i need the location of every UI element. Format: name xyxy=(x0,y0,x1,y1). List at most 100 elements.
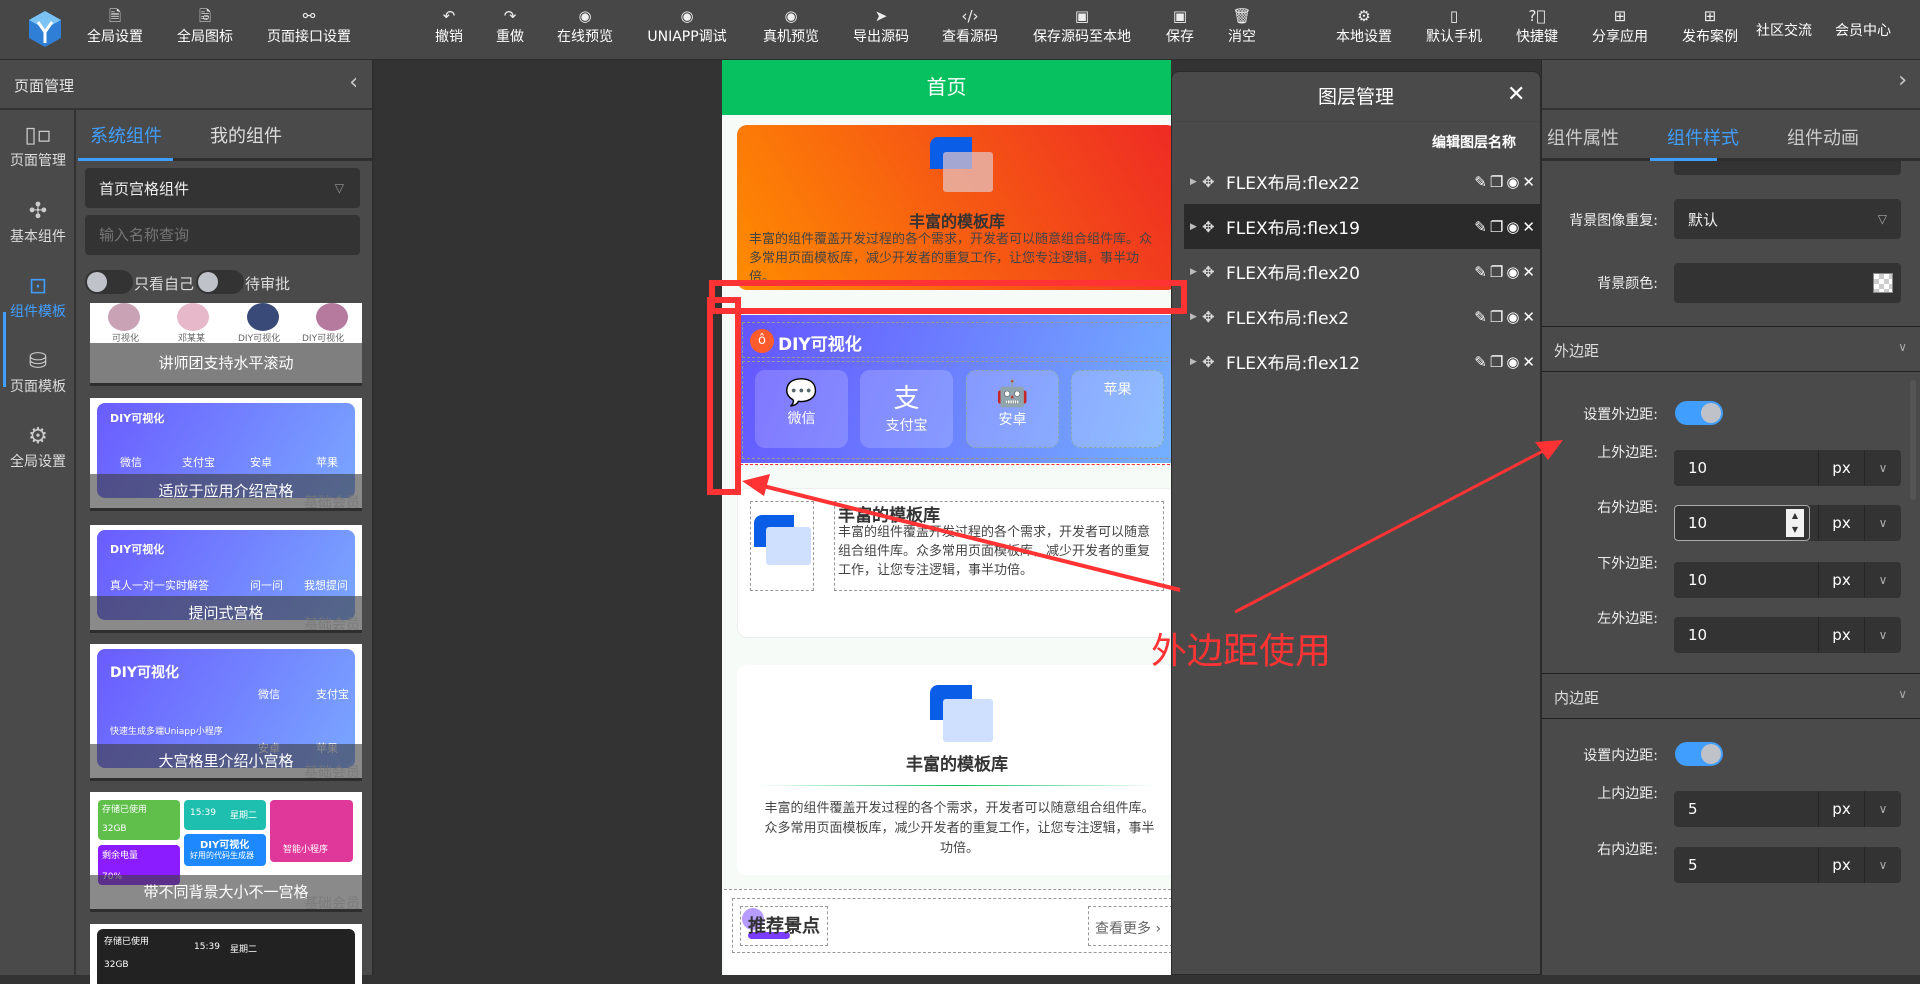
template-card-side-icon[interactable]: 丰富的模板库 丰富的组件覆盖开发过程的各个需求，开发者可以随意组合组件库。众多常… xyxy=(737,488,1171,638)
rail-item-page-templates[interactable]: ⛁ 页面模板 xyxy=(0,348,76,396)
template-card-orange[interactable]: 丰富的模板库 丰富的组件覆盖开发过程的各个需求，开发者可以随意组合组件库。众多常… xyxy=(737,125,1171,290)
margin-left-field[interactable]: 10 px ∨ xyxy=(1674,617,1901,653)
edit-icon[interactable]: ✎ xyxy=(1474,308,1487,326)
delete-icon[interactable]: ✕ xyxy=(1522,308,1535,326)
tab-system-components[interactable]: 系统组件 xyxy=(90,122,162,148)
community-link[interactable]: 社区交流 xyxy=(1756,20,1812,40)
diy-grid-component[interactable]: ô DIY可视化 💬 微信 支支付宝 🤖 安卓 苹果 xyxy=(740,315,1171,463)
diy-item-android[interactable]: 🤖 安卓 xyxy=(966,370,1059,448)
padding-right-field[interactable]: 5 px ∨ xyxy=(1674,847,1901,883)
number-stepper-icon[interactable]: ▲ ▼ xyxy=(1786,509,1804,537)
padding-top-field[interactable]: 5 px ∨ xyxy=(1674,791,1901,827)
diy-item-wechat[interactable]: 💬 微信 xyxy=(755,370,848,448)
chevron-down-icon[interactable]: ∨ xyxy=(1864,450,1901,486)
chevron-down-icon[interactable]: ∨ xyxy=(1864,505,1901,541)
move-icon[interactable]: ✥ xyxy=(1202,308,1226,326)
undo-button[interactable]: ↶ 撤销 xyxy=(435,6,463,46)
margin-bottom-field[interactable]: 10 px ∨ xyxy=(1674,562,1901,598)
chevron-down-icon[interactable]: ∨ xyxy=(1864,847,1901,883)
only-mine-toggle[interactable] xyxy=(85,270,133,294)
tab-my-components[interactable]: 我的组件 xyxy=(210,122,282,148)
pending-approval-toggle[interactable] xyxy=(196,270,244,294)
clear-button[interactable]: 🗑 消空 xyxy=(1228,6,1256,46)
collapse-left-icon[interactable]: ‹ xyxy=(349,70,358,95)
phone-preview[interactable]: 首页 丰富的模板库 丰富的组件覆盖开发过程的各个需求，开发者可以随意组合组件库。… xyxy=(722,60,1171,975)
view-source-button[interactable]: ‹/› 查看源码 xyxy=(942,6,998,46)
expand-icon[interactable]: ▶ xyxy=(1184,357,1202,367)
copy-icon[interactable]: ❐ xyxy=(1490,218,1503,236)
share-app-button[interactable]: ⊞ 分享应用 xyxy=(1592,6,1648,46)
shortcuts-button[interactable]: ?⃝ 快捷键 xyxy=(1516,6,1558,46)
expand-icon[interactable]: ▶ xyxy=(1184,312,1202,322)
eye-icon[interactable]: ◉ xyxy=(1506,353,1519,371)
template-card-dark-grid[interactable]: 存储已使用 32GB 15:39 星期二 xyxy=(90,924,362,984)
eye-icon[interactable]: ◉ xyxy=(1506,218,1519,236)
member-center-link[interactable]: 会员中心 xyxy=(1835,20,1891,40)
chevron-down-icon[interactable]: ∨ xyxy=(1864,617,1901,653)
tab-component-props[interactable]: 组件属性 xyxy=(1547,124,1619,150)
expand-icon[interactable]: ▶ xyxy=(1184,177,1202,187)
expand-icon[interactable]: ▶ xyxy=(1184,222,1202,232)
eye-icon[interactable]: ◉ xyxy=(1506,173,1519,191)
save-button[interactable]: ▣ 保存 xyxy=(1166,6,1194,46)
template-card-big-grid[interactable]: DIY可视化 快速生成多端Uniapp小程序 微信 支付宝 安卓 苹果 大宫格里… xyxy=(90,644,362,778)
copy-icon[interactable]: ❐ xyxy=(1490,263,1503,281)
template-card-question[interactable]: DIY可视化 真人一对一实时解答 问一问 我想提问 提问式宫格 基础会员 xyxy=(90,525,362,630)
template-card-mixed-grid[interactable]: 存储已使用 32GB 15:39 星期二 DIY可视化 好用的代码生成器 智能小… xyxy=(90,792,362,909)
delete-icon[interactable]: ✕ xyxy=(1522,218,1535,236)
move-icon[interactable]: ✥ xyxy=(1202,173,1226,191)
scrollbar[interactable] xyxy=(1910,380,1916,500)
collapse-right-icon[interactable]: › xyxy=(1898,68,1907,93)
layer-item[interactable]: ▶ ✥ FLEX布局:flex12 ✎ ❐ ◉ ✕ xyxy=(1184,339,1541,384)
copy-icon[interactable]: ❐ xyxy=(1490,173,1503,191)
diy-item-apple[interactable]: 苹果 xyxy=(1071,370,1164,448)
category-select[interactable]: 首页宫格组件 ▽ xyxy=(85,168,360,208)
tab-component-animation[interactable]: 组件动画 xyxy=(1787,124,1859,150)
layer-item[interactable]: ▶ ✥ FLEX布局:flex2 ✎ ❐ ◉ ✕ xyxy=(1184,294,1541,339)
uniapp-debug-button[interactable]: ◉ UNIAPP调试 xyxy=(647,6,726,46)
padding-toggle[interactable] xyxy=(1675,742,1723,766)
rail-item-page-manage[interactable]: ▯▫ 页面管理 xyxy=(0,122,76,170)
move-icon[interactable]: ✥ xyxy=(1202,218,1226,236)
chevron-down-icon[interactable]: ∨ xyxy=(1864,791,1901,827)
template-card-centered[interactable]: 丰富的模板库 丰富的组件覆盖开发过程的各个需求，开发者可以随意组合组件库。众多常… xyxy=(737,665,1171,875)
global-settings-button[interactable]: 🗎 全局设置 xyxy=(87,6,143,46)
padding-section-header[interactable]: 内边距 ∨ xyxy=(1542,673,1920,719)
eye-icon[interactable]: ◉ xyxy=(1506,308,1519,326)
default-phone-button[interactable]: ▯ 默认手机 xyxy=(1426,6,1482,46)
publish-case-button[interactable]: ⊞ 发布案例 xyxy=(1682,6,1738,46)
app-logo[interactable] xyxy=(26,10,64,48)
template-card-lecturer[interactable]: 可视化 邓某某 DIY可视化 DIY可视化 讲师团支持水平滚动 xyxy=(90,303,362,383)
recommended-section[interactable]: 推荐景点 查看更多 › xyxy=(724,889,1171,975)
bg-repeat-select[interactable]: 默认 ▽ xyxy=(1674,199,1901,239)
margin-section-header[interactable]: 外边距 ∨ xyxy=(1542,326,1920,372)
edit-icon[interactable]: ✎ xyxy=(1474,353,1487,371)
template-card-app-intro[interactable]: DIY可视化 微信 支付宝 安卓 苹果 适应于应用介绍宫格 基础会员 xyxy=(90,398,362,508)
close-icon[interactable]: ✕ xyxy=(1507,82,1525,107)
export-source-button[interactable]: ➤ 导出源码 xyxy=(853,6,909,46)
margin-toggle[interactable] xyxy=(1675,401,1723,425)
move-icon[interactable]: ✥ xyxy=(1202,263,1226,281)
edit-icon[interactable]: ✎ xyxy=(1474,218,1487,236)
device-preview-button[interactable]: ◉ 真机预览 xyxy=(763,6,819,46)
delete-icon[interactable]: ✕ xyxy=(1522,173,1535,191)
redo-button[interactable]: ↷ 重做 xyxy=(496,6,524,46)
save-source-local-button[interactable]: ▣ 保存源码至本地 xyxy=(1033,6,1131,46)
edit-icon[interactable]: ✎ xyxy=(1474,263,1487,281)
chevron-down-icon[interactable]: ∨ xyxy=(1864,562,1901,598)
layer-item[interactable]: ▶ ✥ FLEX布局:flex22 ✎ ❐ ◉ ✕ xyxy=(1184,159,1541,204)
diy-item-alipay[interactable]: 支支付宝 xyxy=(860,370,953,448)
local-settings-button[interactable]: ⚙ 本地设置 xyxy=(1336,6,1392,46)
online-preview-button[interactable]: ◉ 在线预览 xyxy=(557,6,613,46)
margin-top-field[interactable]: 10 px ∨ xyxy=(1674,450,1901,486)
rail-item-basic-components[interactable]: ✣ 基本组件 xyxy=(0,198,76,246)
copy-icon[interactable]: ❐ xyxy=(1490,353,1503,371)
tab-component-style[interactable]: 组件样式 xyxy=(1667,124,1739,150)
view-more-link[interactable]: 查看更多 › xyxy=(1088,906,1171,946)
expand-icon[interactable]: ▶ xyxy=(1184,267,1202,277)
page-api-settings-button[interactable]: ⚯ 页面接口设置 xyxy=(267,6,351,46)
layer-item[interactable]: ▶ ✥ FLEX布局:flex20 ✎ ❐ ◉ ✕ xyxy=(1184,249,1541,294)
component-search-input[interactable] xyxy=(85,215,360,255)
delete-icon[interactable]: ✕ xyxy=(1522,263,1535,281)
copy-icon[interactable]: ❐ xyxy=(1490,308,1503,326)
